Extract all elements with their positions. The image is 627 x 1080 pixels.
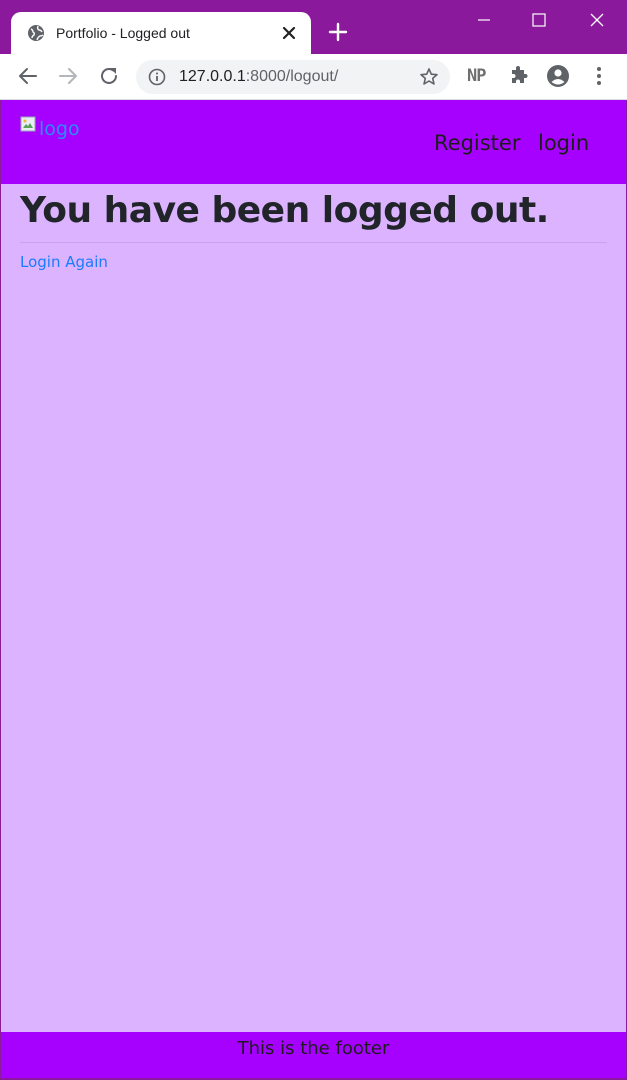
new-tab-plus-icon[interactable] bbox=[326, 20, 350, 44]
page-title: You have been logged out. bbox=[20, 190, 549, 231]
logo-alt-text: logo bbox=[39, 118, 80, 140]
globe-icon bbox=[28, 25, 44, 41]
tab-title: Portfolio - Logged out bbox=[56, 25, 190, 41]
login-again-link[interactable]: Login Again bbox=[20, 252, 108, 272]
more-menu-icon[interactable] bbox=[587, 64, 611, 88]
profile-avatar-icon[interactable] bbox=[546, 64, 570, 88]
forward-arrow-icon[interactable] bbox=[56, 64, 80, 88]
window-close-icon[interactable] bbox=[582, 6, 612, 34]
url-path: :8000/logout/ bbox=[245, 68, 339, 85]
browser-toolbar: 127.0.0.1:8000/logout/ NP bbox=[0, 54, 627, 100]
minimize-icon[interactable] bbox=[469, 6, 499, 34]
extensions-puzzle-icon[interactable] bbox=[507, 64, 531, 88]
site-footer: This is the footer bbox=[1, 1032, 626, 1078]
broken-image-icon bbox=[20, 116, 36, 132]
page-viewport: logo Register login You have been logged… bbox=[1, 100, 626, 1078]
site-logo[interactable]: logo bbox=[20, 114, 90, 144]
url-host: 127.0.0.1 bbox=[179, 68, 246, 85]
reload-icon[interactable] bbox=[97, 64, 121, 88]
address-bar[interactable]: 127.0.0.1:8000/logout/ bbox=[136, 60, 450, 94]
close-icon[interactable] bbox=[279, 23, 299, 43]
info-icon[interactable] bbox=[148, 68, 166, 86]
site-navbar: logo Register login bbox=[1, 100, 626, 184]
back-arrow-icon[interactable] bbox=[16, 64, 40, 88]
tab-active[interactable]: Portfolio - Logged out bbox=[11, 12, 311, 54]
nav-register-link[interactable]: Register bbox=[434, 130, 520, 156]
nav-login-link[interactable]: login bbox=[538, 130, 589, 156]
browser-window: Portfolio - Logged out 127.0.0.1:8000/lo… bbox=[0, 0, 627, 1080]
footer-text: This is the footer bbox=[237, 1038, 390, 1059]
tab-strip: Portfolio - Logged out bbox=[0, 0, 627, 54]
maximize-icon[interactable] bbox=[524, 6, 554, 34]
divider bbox=[20, 242, 607, 243]
url-text[interactable]: 127.0.0.1:8000/logout/ bbox=[179, 68, 338, 86]
np-extension-icon[interactable]: NP bbox=[467, 66, 487, 86]
bookmark-star-icon[interactable] bbox=[419, 67, 439, 87]
